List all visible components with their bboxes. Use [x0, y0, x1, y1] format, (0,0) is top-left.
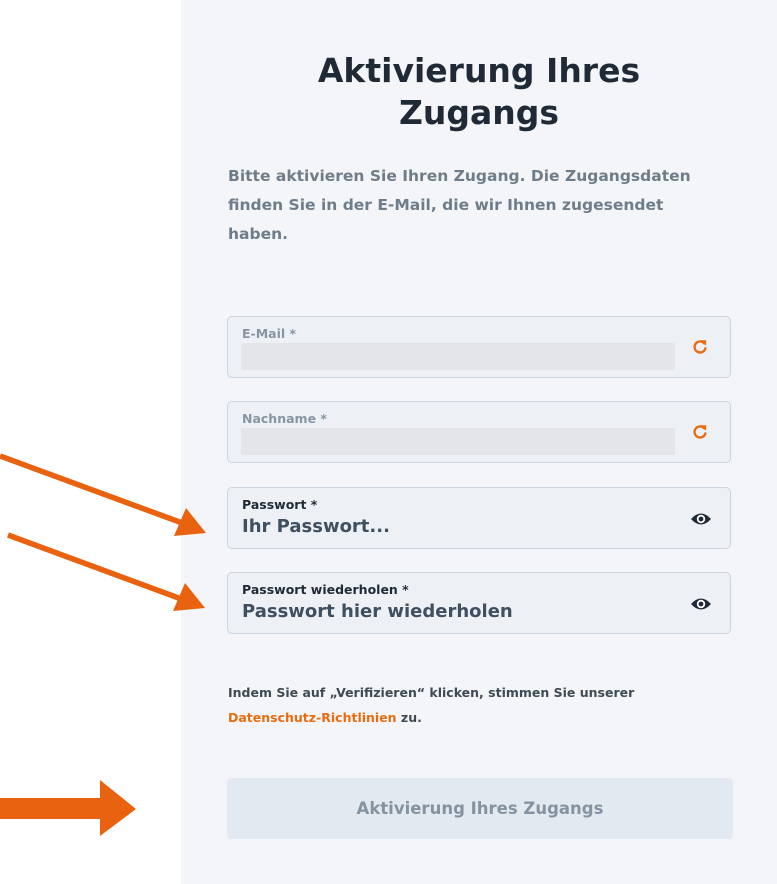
- page-subtitle: Bitte aktivieren Sie Ihren Zugang. Die Z…: [228, 167, 691, 243]
- consent-suffix: zu.: [396, 710, 422, 725]
- password-repeat-input[interactable]: [242, 601, 672, 622]
- password-repeat-field[interactable]: Passwort wiederholen *: [227, 572, 731, 634]
- pointer-arrow-submit: [0, 780, 136, 836]
- password-field[interactable]: Passwort *: [227, 487, 731, 549]
- eye-icon[interactable]: [690, 596, 712, 612]
- email-value[interactable]: [241, 343, 675, 370]
- password-input[interactable]: [242, 516, 672, 537]
- page-title-line2: Zugangs: [398, 93, 560, 132]
- page-title-line1: Aktivierung Ihres: [317, 51, 641, 90]
- consent-prefix: Indem Sie auf „Verifizieren“ klicken, st…: [228, 685, 635, 700]
- pointer-arrow-password-repeat: [7, 532, 205, 611]
- consent-text: Indem Sie auf „Verifizieren“ klicken, st…: [228, 680, 728, 730]
- activation-panel: Aktivierung Ihres Zugangs Bitte aktivier…: [181, 0, 777, 884]
- refresh-icon[interactable]: [692, 339, 708, 355]
- lastname-field[interactable]: Nachname *: [227, 401, 731, 463]
- eye-icon[interactable]: [690, 511, 712, 527]
- email-label: E-Mail *: [242, 326, 297, 341]
- lastname-value[interactable]: [241, 428, 675, 455]
- refresh-icon[interactable]: [692, 424, 708, 440]
- lastname-label: Nachname *: [242, 411, 327, 426]
- page-title: Aktivierung Ihres Zugangs: [181, 50, 777, 134]
- email-field[interactable]: E-Mail *: [227, 316, 731, 378]
- password-label: Passwort *: [242, 497, 318, 512]
- activate-account-button[interactable]: Aktivierung Ihres Zugangs: [227, 778, 733, 839]
- privacy-policy-link[interactable]: Datenschutz-Richtlinien: [228, 710, 397, 725]
- password-repeat-label: Passwort wiederholen *: [242, 582, 409, 597]
